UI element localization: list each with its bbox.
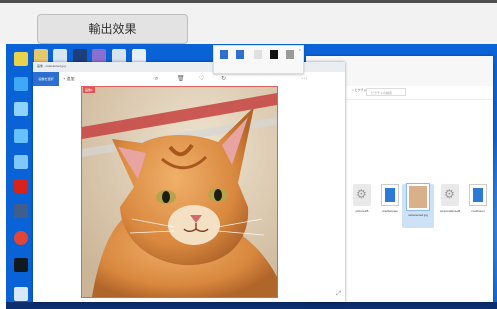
recycle-bin-icon[interactable] [14,52,28,66]
search-input[interactable]: ピクチャの検索 [366,88,406,96]
toolbar-item[interactable] [252,50,264,61]
rotate-icon[interactable]: ↻ [221,75,226,82]
selection-label: 画像1 [83,87,95,93]
photo-viewer-window: 画像 - catselected.jpg 画像を選択 + 追加 ⌕ 🗑 ♡ ↻ … [33,62,345,302]
save-icon [286,50,294,59]
media-icon[interactable] [14,258,28,272]
chrome-icon[interactable] [14,231,28,245]
disk-icon[interactable] [14,102,28,116]
filter-icon [254,50,262,59]
settings-file-icon [353,184,371,206]
settings-file-icon [441,184,459,206]
document-icon [381,184,399,206]
calendar-icon[interactable] [112,49,126,63]
floating-toolbar: × [213,45,304,74]
image-thumbnail-icon [407,184,429,210]
drive-icon[interactable] [14,287,28,301]
viewer-command-bar: 画像を選択 + 追加 ⌕ 🗑 ♡ ↻ ⋯ [33,72,345,87]
toolbar-item[interactable] [284,50,296,61]
add-label: 追加 [66,76,75,81]
app-icon[interactable] [14,129,28,143]
keyboard-icon[interactable] [73,49,87,63]
add-button[interactable]: + 追加 [63,72,74,86]
zoom-icon[interactable]: ⌕ [155,75,158,83]
image-canvas: 画像1 ⤢ [33,86,345,302]
taskbar [6,302,497,309]
close-icon[interactable]: × [299,47,301,52]
file-item-selected[interactable]: catselected.jpg [402,184,434,228]
delete-icon[interactable]: 🗑 [177,75,185,82]
file-item[interactable]: cxelitlorex [462,184,494,228]
document-icon [469,184,487,206]
viewer-title: 画像 - catselected.jpg [37,64,66,68]
heart-icon[interactable]: ♡ [199,75,204,82]
top-caption-bar: 輸出效果 [0,0,497,44]
crop-icon [220,50,228,59]
toolbar-item[interactable] [234,50,246,61]
toolbar-item[interactable] [268,50,280,61]
tool-icon[interactable] [14,204,28,218]
sound-icon[interactable] [53,49,67,63]
cat-image [82,87,277,297]
adjust-icon [236,50,244,59]
monitor-icon[interactable] [14,155,28,169]
folder-icon[interactable] [34,49,48,63]
more-icon[interactable]: ⋯ [301,75,307,82]
file-label: cxelitlorex [471,209,485,213]
network-icon[interactable] [14,77,28,91]
effect-icon [270,50,278,59]
resize-icon[interactable]: ⤢ [336,290,341,298]
toolbar-item[interactable] [218,50,230,61]
select-image-tab[interactable]: 画像を選択 [33,72,59,86]
output-effect-button[interactable]: 輸出效果 [37,14,188,44]
file-label: catselected.jpg [407,213,428,217]
cat-photo[interactable] [81,86,278,298]
window-icon[interactable] [92,49,106,63]
pdf-reader-icon[interactable] [14,179,28,193]
image-app-icon[interactable] [132,49,146,63]
breadcrumb: > ピクチャ [352,88,367,92]
